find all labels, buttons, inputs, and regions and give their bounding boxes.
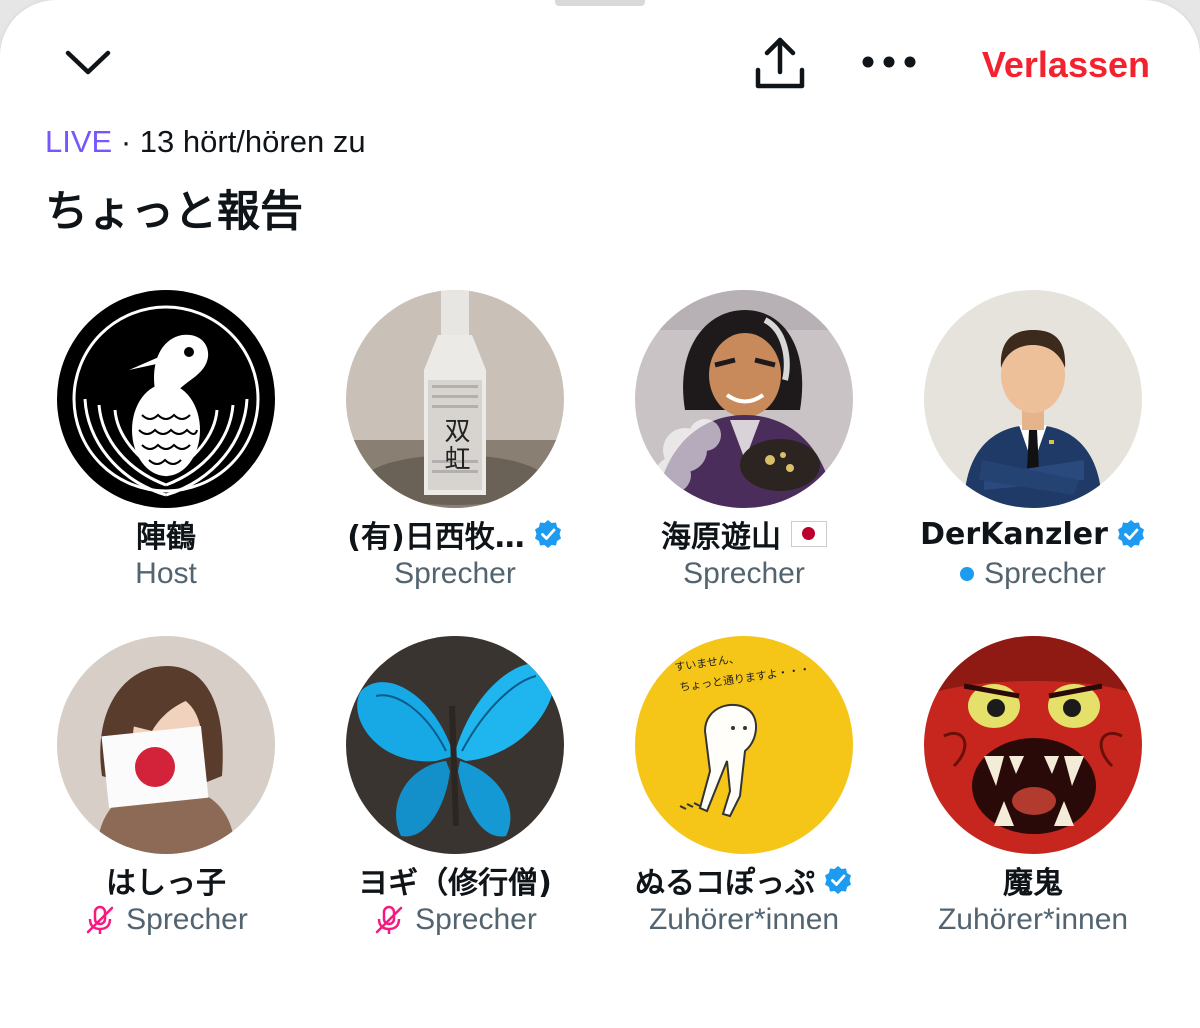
avatar[interactable]: すいません、 ちょっと通りますよ・・・ [635, 636, 853, 854]
participant-role: Sprecher [310, 900, 600, 940]
cartoon-character-image: すいません、 ちょっと通りますよ・・・ [635, 636, 853, 854]
suited-man-image [924, 290, 1142, 508]
space-header: Verlassen [0, 0, 1200, 120]
verified-badge-icon [1117, 520, 1144, 548]
role-text: Zuhörer*innen [937, 903, 1129, 936]
name-text: 魔鬼 [1003, 866, 1063, 901]
woman-with-flag-image [57, 636, 275, 854]
crane-crest-image [57, 290, 275, 508]
anime-man-image [635, 290, 853, 508]
avatar[interactable] [924, 636, 1142, 854]
participant-role: Sprecher [599, 554, 889, 594]
status-separator: · [120, 124, 132, 159]
share-button[interactable] [750, 34, 810, 94]
role-text: Sprecher [394, 557, 516, 590]
role-text: Host [135, 557, 197, 590]
name-text: ぬるコぽっぷ [635, 866, 815, 901]
avatar[interactable] [635, 290, 853, 508]
role-text: Sprecher [126, 903, 248, 936]
mic-off-icon [86, 905, 114, 934]
name-text: はしっ子 [106, 866, 226, 901]
avatar[interactable] [57, 290, 275, 508]
mic-off-icon [375, 905, 403, 934]
name-text: 陣鶴 [136, 520, 196, 555]
participant-name: ヨギ（修行僧) [310, 858, 600, 902]
japan-flag-icon [791, 521, 827, 547]
avatar[interactable] [57, 636, 275, 854]
listener-count: 13 hört/hören zu [139, 124, 366, 159]
participant-name: (有)日西牧… [310, 512, 600, 556]
more-horizontal-icon [862, 56, 916, 68]
name-text: 海原遊山 [661, 520, 781, 555]
blue-butterfly-image [346, 636, 564, 854]
space-status: LIVE · 13 hört/hören zu [45, 122, 366, 162]
live-badge: LIVE [45, 124, 113, 159]
speaking-indicator [960, 567, 975, 581]
share-icon [755, 37, 805, 89]
participant-name: ぬるコぽっぷ [599, 858, 889, 902]
avatar[interactable] [346, 636, 564, 854]
role-text: Sprecher [683, 557, 805, 590]
name-text: (有)日西牧… [347, 520, 525, 555]
participant-role: Sprecher [888, 554, 1178, 594]
participant-name: DerKanzler [888, 512, 1178, 556]
name-text: DerKanzler [920, 516, 1108, 552]
participant-role: Sprecher [310, 554, 600, 594]
role-text: Zuhörer*innen [648, 903, 840, 936]
space-title: ちょっと報告 [45, 187, 303, 237]
sake-label-text: 双虹 [440, 417, 470, 473]
red-demon-image [924, 636, 1142, 854]
participant-role: Host [21, 554, 311, 594]
chevron-down-icon [65, 50, 111, 75]
participant-role: Sprecher [21, 900, 311, 940]
verified-badge-icon [534, 520, 561, 548]
avatar[interactable] [924, 290, 1142, 508]
verified-badge-icon [825, 866, 851, 894]
collapse-button[interactable] [60, 38, 116, 86]
avatar[interactable]: 双虹 [346, 290, 564, 508]
participant-role: Zuhörer*innen [599, 900, 889, 940]
more-button[interactable] [858, 42, 920, 82]
participant-name: はしっ子 [21, 858, 311, 902]
participant-role: Zuhörer*innen [888, 900, 1178, 940]
participant-name: 海原遊山 [599, 512, 889, 556]
role-text: Sprecher [415, 903, 537, 936]
role-text: Sprecher [984, 557, 1106, 590]
leave-button[interactable]: Verlassen [960, 42, 1150, 88]
participant-name: 魔鬼 [888, 858, 1178, 902]
sake-bottle-image: 双虹 [346, 290, 564, 508]
participant-name: 陣鶴 [21, 512, 311, 556]
name-text: ヨギ（修行僧) [358, 866, 552, 901]
